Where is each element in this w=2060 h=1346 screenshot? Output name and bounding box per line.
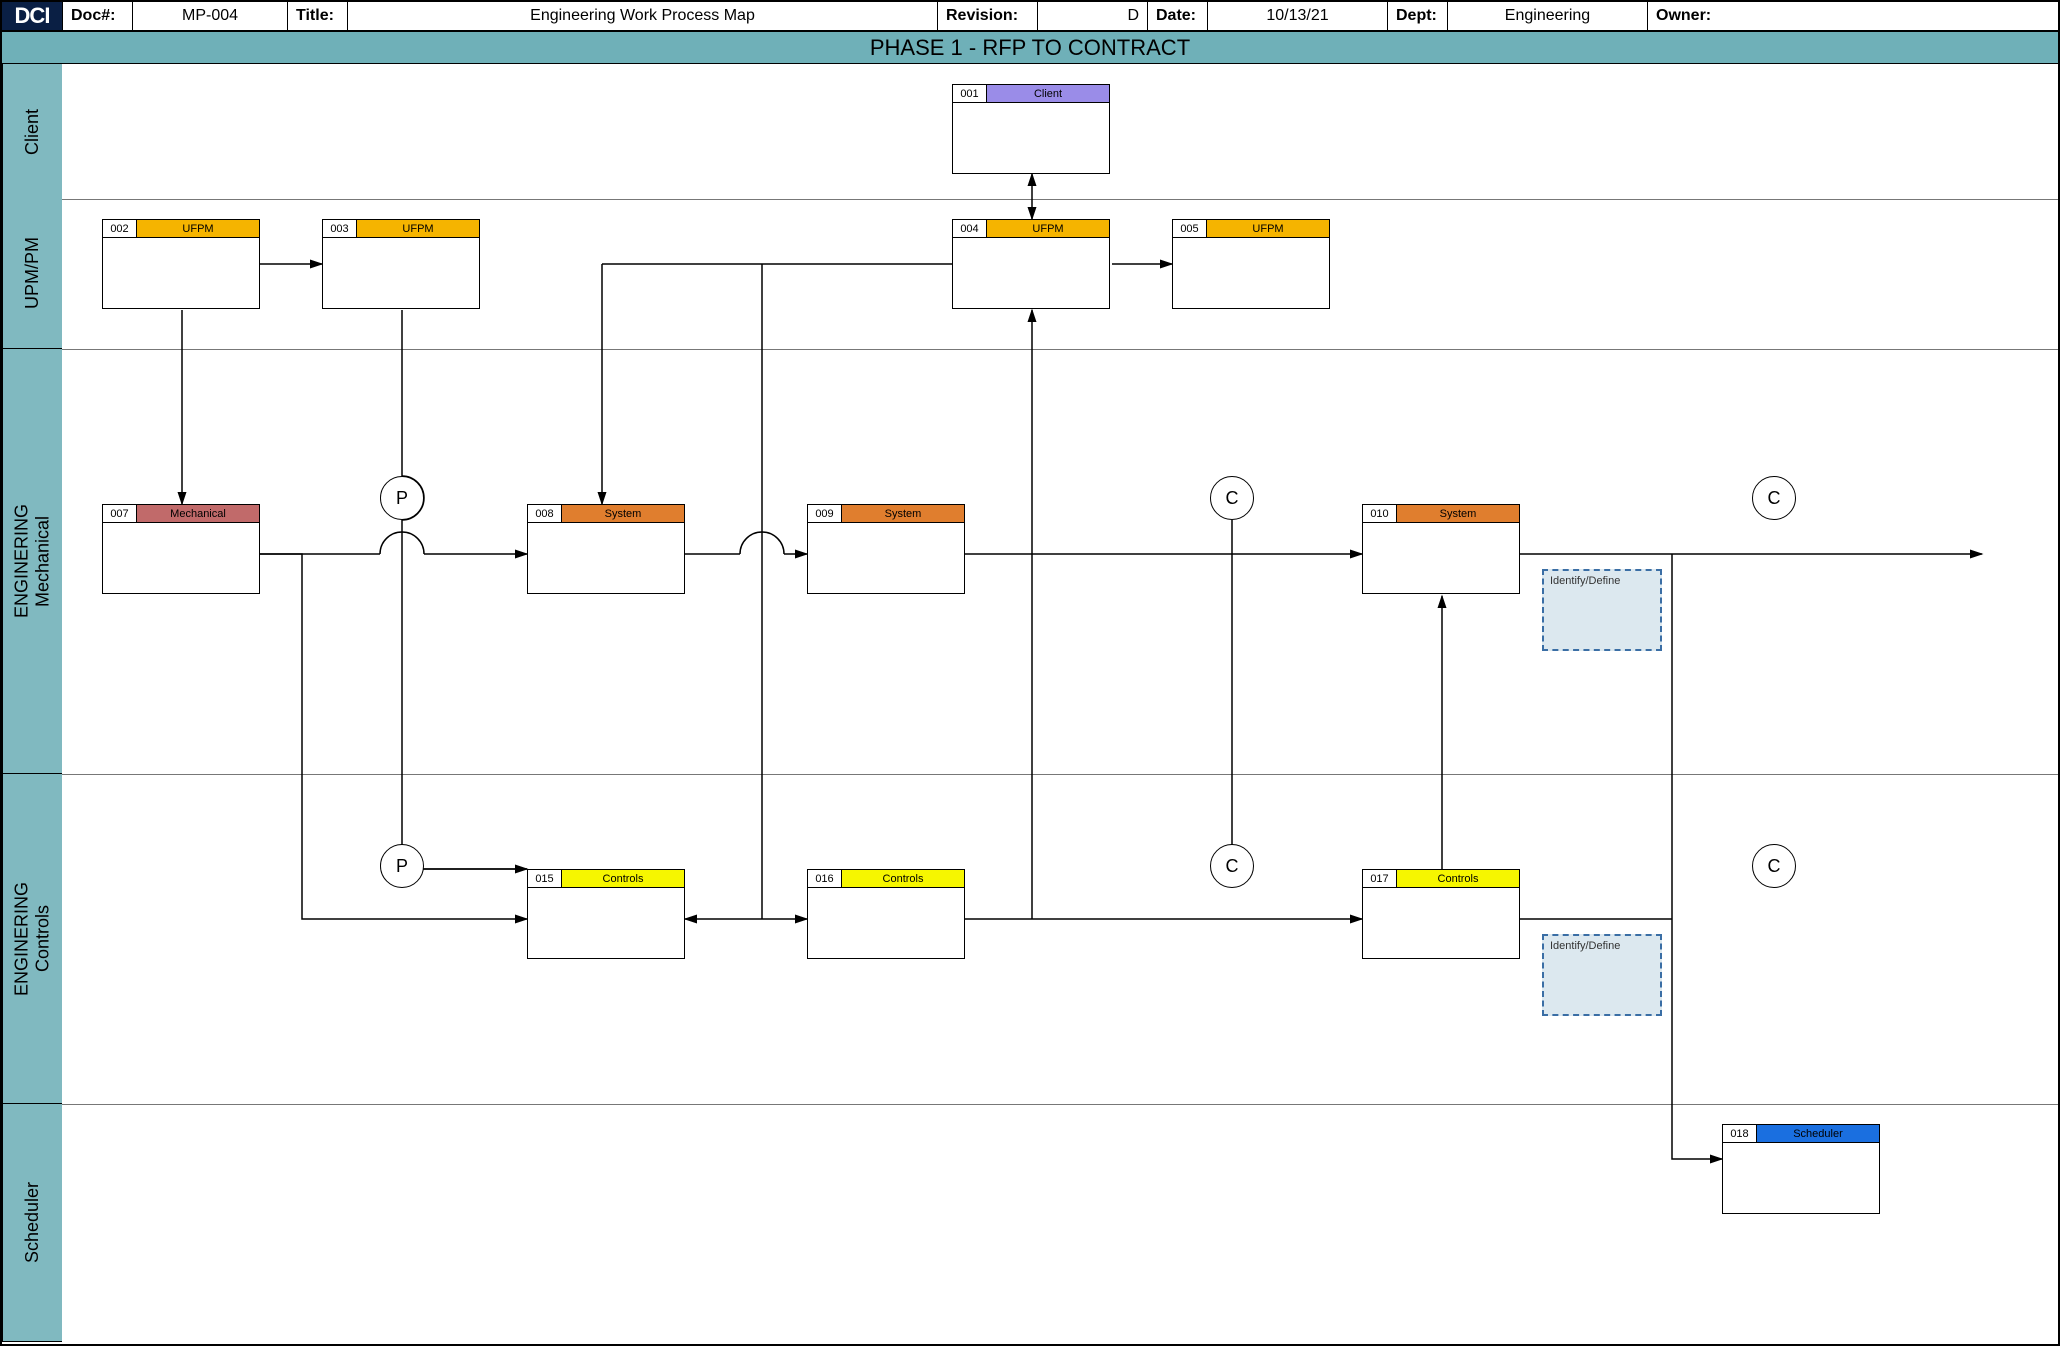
box-002: 002UFPM xyxy=(102,219,260,309)
lane-upm: UPM/PM xyxy=(2,199,62,349)
note-2: Identify/Define xyxy=(1542,934,1662,1016)
docnum-label: Doc#: xyxy=(62,2,132,30)
diagram-area: 001Client 002UFPM 003UFPM 004UFPM 005UFP… xyxy=(62,64,2058,1342)
header-row: DCI Doc#: MP-004 Title: Engineering Work… xyxy=(2,2,2058,32)
page-container: DCI Doc#: MP-004 Title: Engineering Work… xyxy=(0,0,2060,1346)
lane-client: Client xyxy=(2,64,62,199)
box-018: 018Scheduler xyxy=(1722,1124,1880,1214)
logo: DCI xyxy=(2,2,62,30)
rev-label: Revision: xyxy=(937,2,1037,30)
lane-controls: ENGINERING Controls xyxy=(2,774,62,1104)
dept-value: Engineering xyxy=(1447,2,1647,30)
box-003: 003UFPM xyxy=(322,219,480,309)
box-005: 005UFPM xyxy=(1172,219,1330,309)
box-010: 010System xyxy=(1362,504,1520,594)
note-1: Identify/Define xyxy=(1542,569,1662,651)
connector-p2: P xyxy=(380,844,424,888)
rev-value: D xyxy=(1037,2,1147,30)
phase-bar: PHASE 1 - RFP TO CONTRACT xyxy=(2,32,2058,64)
box-004: 004UFPM xyxy=(952,219,1110,309)
box-016: 016Controls xyxy=(807,869,965,959)
lane-sched: Scheduler xyxy=(2,1104,62,1342)
docnum-value: MP-004 xyxy=(132,2,287,30)
date-label: Date: xyxy=(1147,2,1207,30)
box-017: 017Controls xyxy=(1362,869,1520,959)
box-008: 008System xyxy=(527,504,685,594)
lane-mech: ENGINERING Mechanical xyxy=(2,349,62,774)
title-label: Title: xyxy=(287,2,347,30)
owner-label: Owner: xyxy=(1647,2,2058,30)
connector-c2: C xyxy=(1210,844,1254,888)
dept-label: Dept: xyxy=(1387,2,1447,30)
box-001: 001Client xyxy=(952,84,1110,174)
box-015: 015Controls xyxy=(527,869,685,959)
date-value: 10/13/21 xyxy=(1207,2,1387,30)
connector-p1: P xyxy=(380,476,424,520)
title-value: Engineering Work Process Map xyxy=(347,2,937,30)
lane-labels: Client UPM/PM ENGINERING Mechanical ENGI… xyxy=(2,64,62,1342)
connector-c3: C xyxy=(1752,476,1796,520)
box-009: 009System xyxy=(807,504,965,594)
swimlanes: Client UPM/PM ENGINERING Mechanical ENGI… xyxy=(2,64,2058,1342)
connector-c4: C xyxy=(1752,844,1796,888)
box-007: 007Mechanical xyxy=(102,504,260,594)
connector-c1: C xyxy=(1210,476,1254,520)
